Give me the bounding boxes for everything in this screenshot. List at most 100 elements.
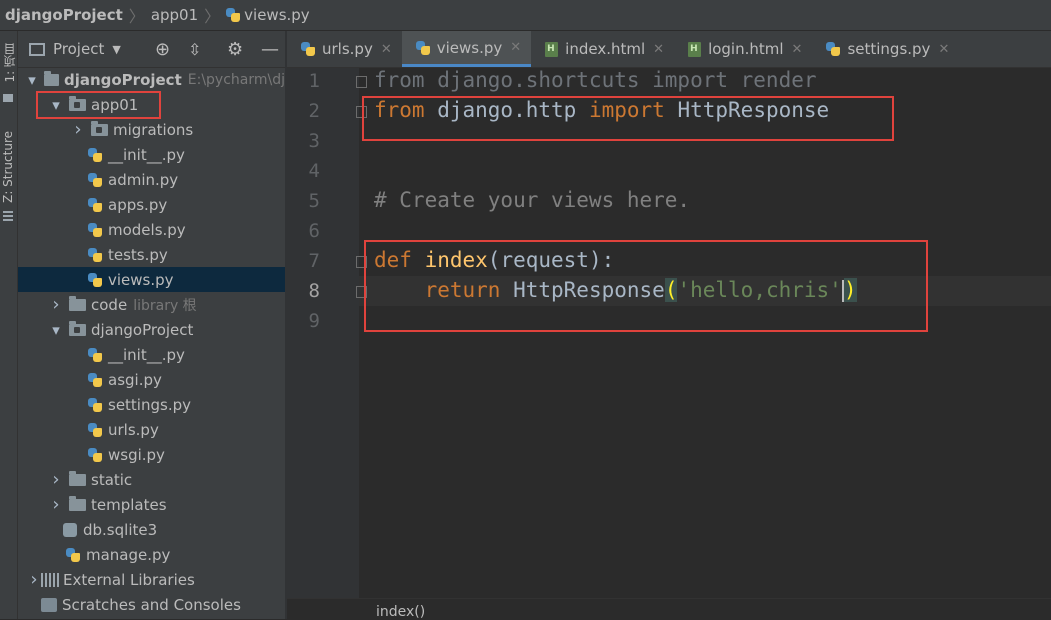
tree-item-label: static bbox=[91, 470, 133, 489]
tree-item[interactable]: wsgi.py bbox=[18, 442, 285, 467]
tree-item[interactable]: asgi.py bbox=[18, 367, 285, 392]
tree-item[interactable]: › migrations bbox=[18, 117, 285, 142]
tree-item[interactable]: manage.py bbox=[18, 542, 285, 567]
tree-item[interactable]: › templates bbox=[18, 492, 285, 517]
annotation-box-import bbox=[362, 96, 894, 141]
close-icon[interactable]: ✕ bbox=[792, 42, 803, 57]
breadcrumb-project[interactable]: djangoProject bbox=[5, 6, 123, 24]
database-icon bbox=[63, 522, 77, 537]
tree-item[interactable]: views.py bbox=[18, 267, 285, 292]
close-icon[interactable]: ✕ bbox=[938, 42, 949, 57]
editor-tab[interactable]: index.html ✕ bbox=[531, 31, 674, 67]
code-line-1[interactable]: from django.shortcuts import render bbox=[374, 68, 817, 92]
python-file-icon bbox=[415, 40, 430, 55]
line-number: 6 bbox=[308, 220, 320, 242]
tree-item-label: admin.py bbox=[108, 170, 179, 189]
tree-item-label: djangoProject bbox=[63, 70, 182, 89]
chevron-right-icon: 〉 bbox=[128, 7, 145, 26]
tree-item[interactable]: __init__.py bbox=[18, 342, 285, 367]
tree-item-extra: library 根 bbox=[133, 297, 197, 314]
python-file-icon bbox=[88, 397, 102, 412]
folder-icon bbox=[3, 94, 13, 102]
tree-item[interactable]: Scratches and Consoles bbox=[18, 592, 285, 617]
close-icon[interactable]: ✕ bbox=[510, 40, 521, 55]
tree-item[interactable]: › External Libraries bbox=[18, 567, 285, 592]
tab-label: urls.py bbox=[322, 40, 373, 58]
tree-item-label: urls.py bbox=[108, 420, 159, 439]
tab-label: settings.py bbox=[847, 40, 931, 58]
line-number: 7 bbox=[308, 250, 320, 272]
tree-item-label: djangoProject bbox=[91, 320, 194, 339]
line-number: 1 bbox=[308, 70, 320, 92]
tree-item[interactable]: ▾ djangoProject bbox=[18, 317, 285, 342]
tree-item-label: wsgi.py bbox=[108, 445, 165, 464]
editor-tabs: urls.py✕views.py✕index.html✕login.html✕s… bbox=[287, 31, 1051, 68]
gear-icon[interactable]: ⚙ bbox=[227, 39, 243, 60]
comment: # Create your views here. bbox=[374, 188, 691, 212]
project-panel-header: Project ▼ ⊕ ⇳ ⚙ — bbox=[18, 31, 285, 68]
tree-item[interactable]: models.py bbox=[18, 217, 285, 242]
fold-icon[interactable] bbox=[356, 76, 367, 88]
tree-item[interactable]: __init__.py bbox=[18, 142, 285, 167]
tab-label: login.html bbox=[708, 40, 784, 58]
editor-tab[interactable]: login.html ✕ bbox=[674, 31, 812, 67]
hide-icon[interactable]: — bbox=[261, 39, 279, 60]
chevron-down-icon[interactable]: ▾ bbox=[26, 71, 38, 89]
editor-tab[interactable]: settings.py ✕ bbox=[812, 31, 959, 67]
function-breadcrumb[interactable]: index() bbox=[376, 604, 425, 620]
package-icon bbox=[91, 120, 108, 136]
editor-tab[interactable]: views.py ✕ bbox=[401, 31, 532, 67]
tree-item-label: asgi.py bbox=[108, 370, 162, 389]
chevron-right-icon[interactable]: › bbox=[49, 494, 63, 515]
project-panel-title[interactable]: Project bbox=[53, 40, 104, 58]
tree-item[interactable]: › static bbox=[18, 467, 285, 492]
code-line-5[interactable]: # Create your views here. bbox=[374, 188, 690, 212]
chevron-right-icon[interactable]: › bbox=[71, 119, 85, 140]
tree-item[interactable]: db.sqlite3 bbox=[18, 517, 285, 542]
structure-tool-button[interactable]: Z: Structure bbox=[1, 131, 15, 203]
tree-item[interactable]: apps.py bbox=[18, 192, 285, 217]
editor-breadcrumb-bar: index() bbox=[287, 598, 1051, 620]
python-file-icon bbox=[826, 42, 841, 56]
tree-item-label: templates bbox=[91, 495, 167, 514]
locate-icon[interactable]: ⊕ bbox=[155, 39, 170, 60]
close-icon[interactable]: ✕ bbox=[381, 42, 392, 57]
breadcrumb-app01[interactable]: app01 bbox=[151, 6, 198, 24]
line-number: 3 bbox=[308, 130, 320, 152]
chevron-right-icon[interactable]: › bbox=[49, 294, 63, 315]
tree-item-extra: E:\pycharm\dj bbox=[187, 71, 285, 88]
annotation-box-view-function bbox=[364, 240, 928, 332]
chevron-right-icon[interactable]: › bbox=[49, 469, 63, 490]
folder-icon bbox=[44, 70, 59, 86]
tree-item-label: settings.py bbox=[108, 395, 191, 414]
project-tool-button[interactable]: 1: 项目 bbox=[1, 43, 18, 83]
tree-item[interactable]: urls.py bbox=[18, 417, 285, 442]
tree-item-label: tests.py bbox=[108, 245, 168, 264]
close-icon[interactable]: ✕ bbox=[653, 42, 664, 57]
python-file-icon bbox=[88, 372, 102, 387]
python-file-icon bbox=[88, 422, 102, 437]
breadcrumb-file-label: views.py bbox=[244, 6, 310, 24]
html-file-icon bbox=[545, 41, 559, 57]
tree-item[interactable]: › code library 根 bbox=[18, 292, 285, 317]
line-number: 9 bbox=[308, 310, 320, 332]
editor-tab[interactable]: urls.py ✕ bbox=[287, 31, 402, 67]
code-text: from django.shortcuts import render bbox=[374, 68, 817, 92]
tree-item-label: views.py bbox=[108, 270, 174, 289]
tree-item-label: Scratches and Consoles bbox=[62, 595, 241, 614]
python-file-icon bbox=[88, 247, 102, 262]
tree-item-label: code bbox=[91, 295, 128, 314]
python-file-icon bbox=[88, 172, 102, 187]
line-number: 8 bbox=[308, 280, 320, 302]
chevron-down-icon[interactable]: ▾ bbox=[49, 321, 63, 339]
tree-item[interactable]: tests.py bbox=[18, 242, 285, 267]
html-file-icon bbox=[688, 41, 702, 57]
tree-item[interactable]: admin.py bbox=[18, 167, 285, 192]
tree-item[interactable]: ▾ djangoProject E:\pycharm\dj bbox=[18, 67, 285, 92]
chevron-right-icon[interactable]: › bbox=[27, 569, 41, 590]
tree-item[interactable]: settings.py bbox=[18, 392, 285, 417]
chevron-down-icon[interactable]: ▼ bbox=[112, 43, 120, 56]
tree-item-label: migrations bbox=[113, 120, 194, 139]
collapse-all-icon[interactable]: ⇳ bbox=[188, 40, 201, 59]
breadcrumb-file[interactable]: views.py bbox=[226, 6, 310, 24]
